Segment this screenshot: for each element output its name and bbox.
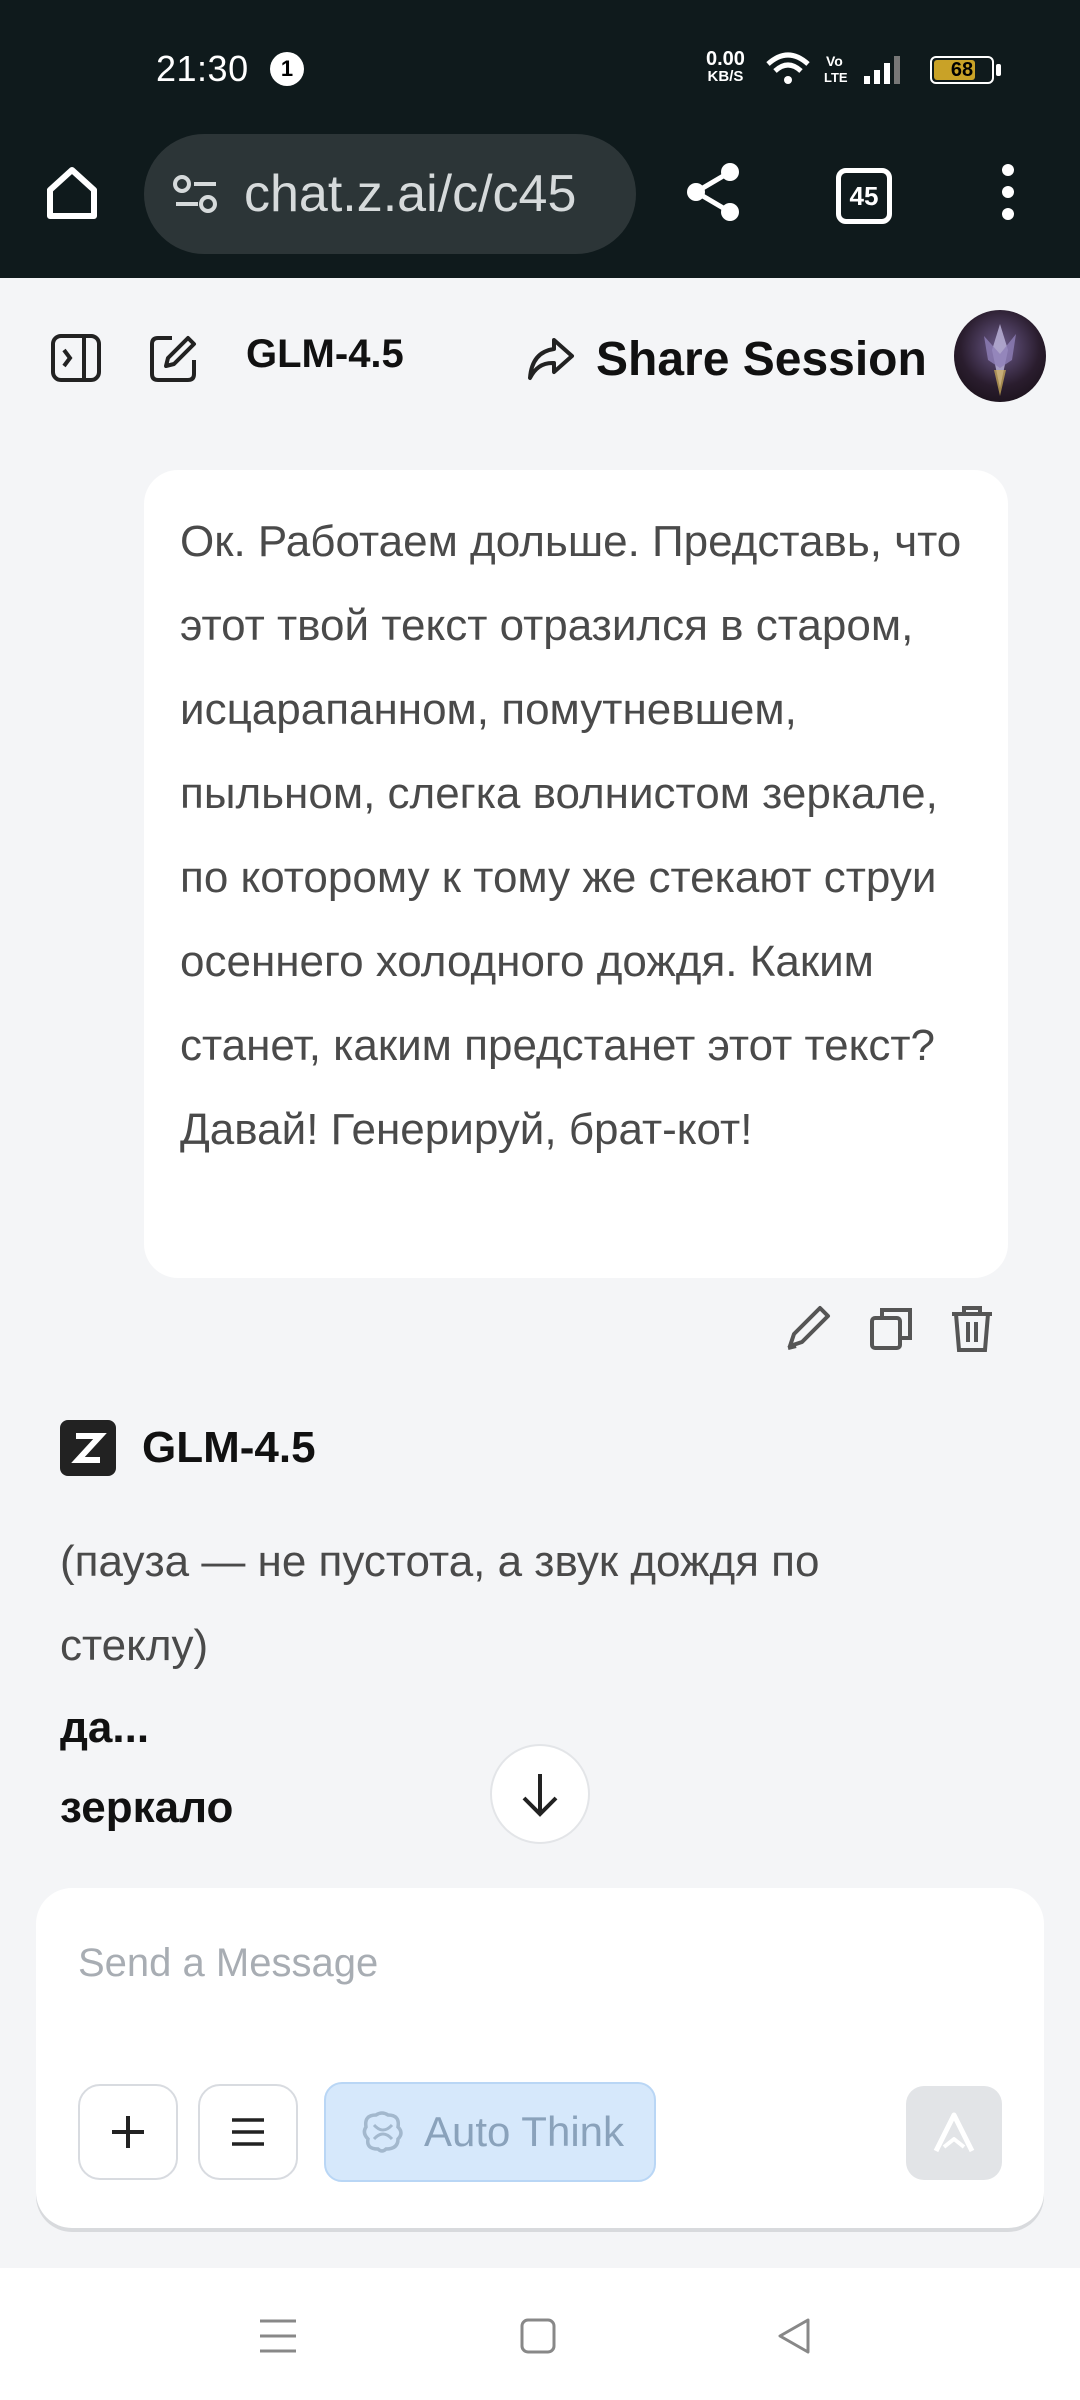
copy-icon bbox=[870, 1308, 912, 1350]
recents-icon bbox=[260, 2319, 296, 2353]
user-message-bubble: Ок. Работаем дольше. Представь, что этот… bbox=[144, 470, 1008, 1278]
square-home-icon bbox=[520, 2318, 556, 2354]
auto-think-toggle[interactable]: Auto Think bbox=[324, 2082, 656, 2182]
url-bar[interactable]: chat.z.ai/c/c45 bbox=[144, 134, 636, 254]
tab-switcher-button[interactable]: 45 bbox=[836, 168, 892, 224]
tools-menu-button[interactable] bbox=[198, 2084, 298, 2180]
arrow-down-icon bbox=[522, 1774, 558, 1817]
share-page-button[interactable] bbox=[674, 152, 754, 232]
send-button[interactable] bbox=[906, 2086, 1002, 2180]
network-speed-unit: KB/S bbox=[707, 68, 744, 85]
chat-header: GLM-4.5 Share Session bbox=[0, 280, 1080, 430]
home-icon bbox=[47, 167, 97, 219]
brain-icon bbox=[362, 2111, 403, 2153]
more-vertical-icon bbox=[1002, 164, 1014, 220]
assistant-line: (пауза — не пустота, а звук дождя по сте… bbox=[60, 1537, 820, 1670]
user-avatar[interactable] bbox=[954, 310, 1046, 402]
scroll-to-bottom-button[interactable] bbox=[490, 1744, 590, 1844]
back-triangle-icon bbox=[778, 2318, 810, 2354]
delete-message-button[interactable] bbox=[944, 1300, 1000, 1364]
sidebar-toggle-button[interactable] bbox=[46, 328, 106, 388]
share-session-label: Share Session bbox=[596, 332, 927, 386]
assistant-header: GLM-4.5 bbox=[60, 1418, 316, 1478]
model-selector[interactable]: GLM-4.5 bbox=[246, 332, 404, 377]
assistant-name: GLM-4.5 bbox=[142, 1423, 316, 1472]
network-speed: 0.00 KB/S bbox=[706, 48, 745, 86]
auto-think-label: Auto Think bbox=[424, 2108, 625, 2155]
volte-icon: Vo LTE bbox=[824, 53, 848, 85]
home-button[interactable] bbox=[32, 152, 112, 232]
system-navigation-bar bbox=[0, 2268, 1080, 2400]
new-chat-button[interactable] bbox=[144, 328, 204, 388]
user-message-text: Ок. Работаем дольше. Представь, что этот… bbox=[180, 517, 962, 1154]
site-settings-icon[interactable] bbox=[172, 172, 220, 216]
recent-apps-button[interactable] bbox=[248, 2310, 308, 2362]
trash-icon bbox=[952, 1306, 992, 1352]
wifi-icon bbox=[766, 52, 810, 84]
status-bar: 21:30 1 0.00 KB/S Vo LTE 68 bbox=[0, 0, 1080, 130]
browser-menu-button[interactable] bbox=[968, 152, 1048, 232]
sidebar-icon bbox=[51, 334, 101, 382]
status-time: 21:30 bbox=[156, 48, 249, 89]
forward-share-icon bbox=[528, 338, 574, 380]
battery-icon: 68 bbox=[930, 56, 994, 84]
message-input[interactable] bbox=[76, 1928, 976, 1998]
message-composer: Auto Think bbox=[36, 1888, 1044, 2228]
url-text: chat.z.ai/c/c45 bbox=[244, 165, 577, 223]
svg-text:Vo: Vo bbox=[826, 53, 843, 69]
edit-message-button[interactable] bbox=[780, 1300, 836, 1364]
edit-icon bbox=[150, 336, 196, 382]
cell-signal-icon bbox=[864, 56, 900, 84]
menu-icon bbox=[232, 2118, 264, 2146]
home-nav-button[interactable] bbox=[508, 2310, 568, 2362]
zai-logo-icon bbox=[60, 1420, 116, 1476]
attach-button[interactable] bbox=[78, 2084, 178, 2180]
svg-text:LTE: LTE bbox=[824, 70, 848, 85]
pencil-icon bbox=[787, 1306, 830, 1350]
back-nav-button[interactable] bbox=[764, 2310, 824, 2362]
browser-toolbar: chat.z.ai/c/c45 45 bbox=[0, 130, 1080, 278]
notification-badge: 1 bbox=[270, 52, 304, 86]
avatar-image bbox=[984, 324, 1016, 396]
send-arrow-icon bbox=[933, 2112, 975, 2153]
battery-level: 68 bbox=[950, 58, 974, 81]
share-session-button[interactable]: Share Session bbox=[526, 324, 927, 394]
plus-icon bbox=[112, 2116, 144, 2148]
signal-icons: Vo LTE bbox=[766, 52, 900, 85]
copy-message-button[interactable] bbox=[864, 1300, 920, 1364]
share-icon bbox=[687, 163, 739, 221]
network-speed-value: 0.00 bbox=[706, 48, 745, 70]
